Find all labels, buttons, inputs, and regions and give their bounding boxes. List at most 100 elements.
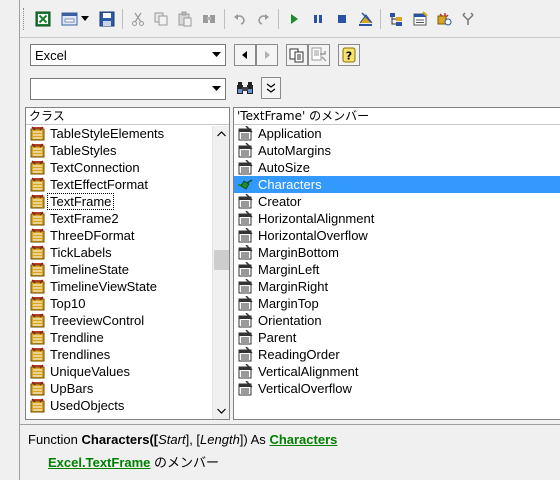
property-icon (237, 312, 254, 328)
member-item-parent[interactable]: Parent (234, 329, 560, 346)
properties-icon[interactable] (410, 9, 430, 29)
paste-icon[interactable] (175, 9, 195, 29)
class-item-timelineviewstate[interactable]: TimelineViewState (26, 278, 229, 295)
toolbar-grip[interactable] (23, 8, 26, 30)
member-label: AutoMargins (258, 143, 331, 158)
classes-pane-header: クラス (26, 108, 229, 125)
property-icon (237, 244, 254, 260)
members-pane[interactable]: 'TextFrame' のメンバー Application AutoMargins… (233, 107, 560, 420)
member-item-verticaloverflow[interactable]: VerticalOverflow (234, 380, 560, 397)
class-link[interactable]: TextFrame (86, 455, 151, 470)
copy-to-clipboard-button[interactable] (286, 44, 308, 66)
find-icon[interactable] (199, 9, 219, 29)
property-icon (237, 261, 254, 277)
chevron-down-icon[interactable] (208, 79, 225, 99)
save-icon[interactable] (97, 9, 117, 29)
toggle-search-results-button[interactable] (261, 77, 281, 99)
class-label: ThreeDFormat (50, 228, 135, 243)
member-item-creator[interactable]: Creator (234, 193, 560, 210)
property-icon (237, 227, 254, 243)
member-label: MarginTop (258, 296, 319, 311)
chevron-down-icon[interactable] (208, 45, 225, 65)
excel-icon[interactable] (33, 9, 53, 29)
member-item-autosize[interactable]: AutoSize (234, 159, 560, 176)
property-icon (237, 329, 254, 345)
class-icon (29, 245, 46, 260)
redo-icon[interactable] (253, 9, 273, 29)
class-icon (29, 143, 46, 158)
member-item-marginbottom[interactable]: MarginBottom (234, 244, 560, 261)
member-label: MarginRight (258, 279, 329, 294)
class-item-trendlines[interactable]: Trendlines (26, 346, 229, 363)
search-button[interactable] (234, 77, 256, 99)
cut-icon[interactable] (128, 9, 148, 29)
member-item-application[interactable]: Application (234, 125, 560, 142)
member-item-automargins[interactable]: AutoMargins (234, 142, 560, 159)
forward-button[interactable] (256, 44, 278, 66)
toolbar-separator (380, 9, 381, 29)
class-item-upbars[interactable]: UpBars (26, 380, 229, 397)
class-item-treeviewcontrol[interactable]: TreeviewControl (26, 312, 229, 329)
member-item-characters[interactable]: Characters (234, 176, 560, 193)
property-icon (237, 142, 254, 158)
stop-icon[interactable] (332, 9, 352, 29)
help-button[interactable]: ? (338, 44, 360, 66)
class-label: UsedObjects (50, 398, 125, 413)
member-item-verticalalignment[interactable]: VerticalAlignment (234, 363, 560, 380)
scroll-up-icon[interactable] (213, 126, 229, 142)
project-explorer-icon[interactable] (386, 9, 406, 29)
search-combo[interactable] (30, 78, 226, 100)
member-item-readingorder[interactable]: ReadingOrder (234, 346, 560, 363)
class-item-textconnection[interactable]: TextConnection (26, 159, 229, 176)
class-item-texteffectformat[interactable]: TextEffectFormat (26, 176, 229, 193)
class-icon (29, 279, 46, 294)
library-combo[interactable]: Excel (30, 44, 226, 66)
class-item-ticklabels[interactable]: TickLabels (26, 244, 229, 261)
return-type-link[interactable]: Characters (269, 432, 337, 447)
class-item-tablestyles[interactable]: TableStyles (26, 142, 229, 159)
class-label: TickLabels (50, 245, 112, 260)
class-icon (29, 228, 46, 243)
class-item-usedobjects[interactable]: UsedObjects (26, 397, 229, 414)
member-label: AutoSize (258, 160, 311, 175)
class-label: TreeviewControl (50, 313, 145, 328)
members-pane-header: 'TextFrame' のメンバー (234, 108, 560, 125)
member-item-marginleft[interactable]: MarginLeft (234, 261, 560, 278)
copy-icon[interactable] (151, 9, 171, 29)
class-icon (29, 211, 46, 226)
member-label: HorizontalOverflow (258, 228, 368, 243)
member-item-marginright[interactable]: MarginRight (234, 278, 560, 295)
class-item-trendline[interactable]: Trendline (26, 329, 229, 346)
member-item-orientation[interactable]: Orientation (234, 312, 560, 329)
class-item-top10[interactable]: Top10 (26, 295, 229, 312)
design-mode-icon[interactable] (356, 9, 376, 29)
view-definition-button[interactable] (308, 44, 330, 66)
toolbox-icon[interactable] (458, 9, 478, 29)
back-button[interactable] (234, 44, 256, 66)
class-item-textframe2[interactable]: TextFrame2 (26, 210, 229, 227)
undo-icon[interactable] (230, 9, 250, 29)
class-item-threedformat[interactable]: ThreeDFormat (26, 227, 229, 244)
member-item-margintop[interactable]: MarginTop (234, 295, 560, 312)
pause-icon[interactable] (308, 9, 328, 29)
classes-list: TableStyleElements TableStyles TextConnect… (26, 125, 229, 414)
form-icon[interactable] (60, 9, 80, 29)
class-item-tablestyleelements[interactable]: TableStyleElements (26, 125, 229, 142)
classes-pane[interactable]: クラス TableStyleElements TableStyles TextCon… (25, 107, 230, 420)
library-link[interactable]: Excel (48, 455, 82, 470)
class-icon (29, 381, 46, 396)
scroll-down-icon[interactable] (213, 403, 229, 419)
property-icon (237, 278, 254, 294)
member-item-horizontalalignment[interactable]: HorizontalAlignment (234, 210, 560, 227)
object-browser-icon[interactable] (434, 9, 454, 29)
class-item-uniquevalues[interactable]: UniqueValues (26, 363, 229, 380)
dropdown-arrow-icon[interactable] (79, 9, 91, 29)
classes-scrollbar[interactable] (212, 126, 229, 419)
member-item-horizontaloverflow[interactable]: HorizontalOverflow (234, 227, 560, 244)
scroll-thumb[interactable] (214, 250, 229, 270)
class-item-textframe[interactable]: TextFrame (26, 193, 229, 210)
class-item-timelinestate[interactable]: TimelineState (26, 261, 229, 278)
run-icon[interactable] (284, 9, 304, 29)
member-of-text: のメンバー (150, 455, 220, 470)
class-label: TextFrame (46, 193, 115, 210)
